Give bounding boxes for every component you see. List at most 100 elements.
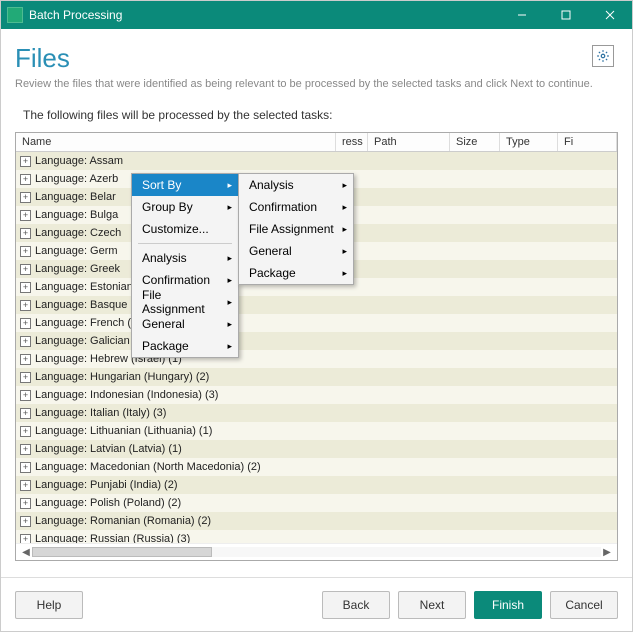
scroll-track[interactable] xyxy=(32,547,601,557)
table-row[interactable]: + Language: Macedonian (North Macedonia) … xyxy=(16,458,617,476)
col-path[interactable]: Path xyxy=(368,133,450,151)
cancel-button[interactable]: Cancel xyxy=(550,591,618,619)
next-button[interactable]: Next xyxy=(398,591,466,619)
chevron-right-icon: ▸ xyxy=(227,319,232,330)
chevron-right-icon: ▸ xyxy=(342,268,347,279)
row-label: Language: Latvian (Latvia) (1) xyxy=(35,443,182,455)
maximize-icon xyxy=(561,10,571,20)
menu-customize[interactable]: Customize... xyxy=(132,218,238,240)
menu-general[interactable]: General ▸ xyxy=(132,313,238,335)
expand-icon[interactable]: + xyxy=(20,354,31,365)
finish-button[interactable]: Finish xyxy=(474,591,542,619)
table-row[interactable]: + Language: Polish (Poland) (2) xyxy=(16,494,617,512)
submenu-general[interactable]: General ▸ xyxy=(239,240,353,262)
expand-icon[interactable]: + xyxy=(20,192,31,203)
expand-icon[interactable]: + xyxy=(20,228,31,239)
col-fi[interactable]: Fi xyxy=(558,133,617,151)
expand-icon[interactable]: + xyxy=(20,174,31,185)
row-label: Language: Indonesian (Indonesia) (3) xyxy=(35,389,218,401)
menu-label: Analysis xyxy=(249,178,294,192)
table-row[interactable]: +Language: Galician (Galician) (2) xyxy=(16,332,617,350)
menu-group-by[interactable]: Group By ▸ xyxy=(132,196,238,218)
col-type[interactable]: Type xyxy=(500,133,558,151)
table-row[interactable]: + Language: Indonesian (Indonesia) (3) xyxy=(16,386,617,404)
window-title: Batch Processing xyxy=(29,8,500,22)
close-button[interactable] xyxy=(588,1,632,29)
menu-file-assignment[interactable]: File Assignment ▸ xyxy=(132,291,238,313)
menu-label: Confirmation xyxy=(142,273,210,287)
expand-icon[interactable]: + xyxy=(20,264,31,275)
submenu-file-assignment[interactable]: File Assignment ▸ xyxy=(239,218,353,240)
chevron-right-icon: ▸ xyxy=(342,246,347,257)
expand-icon[interactable]: + xyxy=(20,246,31,257)
table-row[interactable]: +Language: Lithuanian (Lithuania) (1) xyxy=(16,422,617,440)
col-name[interactable]: Name xyxy=(16,133,336,151)
maximize-button[interactable] xyxy=(544,1,588,29)
expand-icon[interactable]: + xyxy=(20,444,31,455)
table-row[interactable]: +Language: Hungarian (Hungary) (2) xyxy=(16,368,617,386)
column-headers: Name ress Path Size Type Fi xyxy=(16,133,617,152)
table-row[interactable]: +Language: Russian (Russia) (3) xyxy=(16,530,617,543)
chevron-right-icon: ▸ xyxy=(227,202,232,213)
expand-icon[interactable]: + xyxy=(20,282,31,293)
h-scrollbar: ◀ ▶ xyxy=(16,543,617,560)
gear-icon xyxy=(596,49,610,63)
expand-icon[interactable]: + xyxy=(20,462,31,473)
chevron-right-icon: ▸ xyxy=(342,224,347,235)
title-bar: Batch Processing xyxy=(1,1,632,29)
row-label: Language: Italian (Italy) (3) xyxy=(35,407,166,419)
page-title: Files xyxy=(15,43,618,74)
col-size[interactable]: Size xyxy=(450,133,500,151)
menu-label: General xyxy=(142,317,185,331)
menu-label: File Assignment xyxy=(249,222,334,236)
submenu-analysis[interactable]: Analysis ▸ xyxy=(239,174,353,196)
expand-icon[interactable]: + xyxy=(20,516,31,527)
table-row[interactable]: + Language: Assam xyxy=(16,152,617,170)
minimize-button[interactable] xyxy=(500,1,544,29)
menu-label: File Assignment xyxy=(142,288,220,316)
scroll-right-button[interactable]: ▶ xyxy=(601,547,613,558)
row-label: Language: Macedonian (North Macedonia) (… xyxy=(35,461,261,473)
scroll-left-button[interactable]: ◀ xyxy=(20,547,32,558)
table-row[interactable]: + Language: Punjabi (India) (2) xyxy=(16,476,617,494)
col-progress[interactable]: ress xyxy=(336,133,368,151)
menu-label: Group By xyxy=(142,200,193,214)
menu-label: Customize... xyxy=(142,222,209,236)
back-button[interactable]: Back xyxy=(322,591,390,619)
row-label: Language: Assam xyxy=(35,155,123,167)
help-button[interactable]: Help xyxy=(15,591,83,619)
chevron-right-icon: ▸ xyxy=(227,341,232,352)
chevron-right-icon: ▸ xyxy=(342,180,347,191)
expand-icon[interactable]: + xyxy=(20,426,31,437)
table-row[interactable]: +Language: Romanian (Romania) (2) xyxy=(16,512,617,530)
context-menu: Sort By ▸ Group By ▸ Customize... Analys… xyxy=(131,173,239,358)
expand-icon[interactable]: + xyxy=(20,318,31,329)
table-row[interactable]: + Language: Italian (Italy) (3) xyxy=(16,404,617,422)
expand-icon[interactable]: + xyxy=(20,480,31,491)
window: Batch Processing Files Review the files … xyxy=(0,0,633,632)
row-label: Language: Bulga xyxy=(35,209,118,221)
expand-icon[interactable]: + xyxy=(20,336,31,347)
expand-icon[interactable]: + xyxy=(20,498,31,509)
menu-analysis[interactable]: Analysis ▸ xyxy=(132,247,238,269)
expand-icon[interactable]: + xyxy=(20,300,31,311)
row-label: Language: Punjabi (India) (2) xyxy=(35,479,177,491)
expand-icon[interactable]: + xyxy=(20,390,31,401)
table-row[interactable]: + Language: Latvian (Latvia) (1) xyxy=(16,440,617,458)
submenu-confirmation[interactable]: Confirmation ▸ xyxy=(239,196,353,218)
settings-button[interactable] xyxy=(592,45,614,67)
expand-icon[interactable]: + xyxy=(20,372,31,383)
table-row[interactable]: +Language: Hebrew (Israel) (1) xyxy=(16,350,617,368)
submenu-package[interactable]: Package ▸ xyxy=(239,262,353,284)
expand-icon[interactable]: + xyxy=(20,408,31,419)
expand-icon[interactable]: + xyxy=(20,534,31,544)
scroll-thumb[interactable] xyxy=(32,547,212,557)
menu-sort-by[interactable]: Sort By ▸ xyxy=(132,174,238,196)
expand-icon[interactable]: + xyxy=(20,156,31,167)
expand-icon[interactable]: + xyxy=(20,210,31,221)
table-row[interactable]: +Language: Basque (Basque) (2) xyxy=(16,296,617,314)
menu-package[interactable]: Package ▸ xyxy=(132,335,238,357)
row-label: Language: Polish (Poland) (2) xyxy=(35,497,181,509)
menu-label: Sort By xyxy=(142,178,181,192)
table-row[interactable]: +Language: French (France) (3) xyxy=(16,314,617,332)
